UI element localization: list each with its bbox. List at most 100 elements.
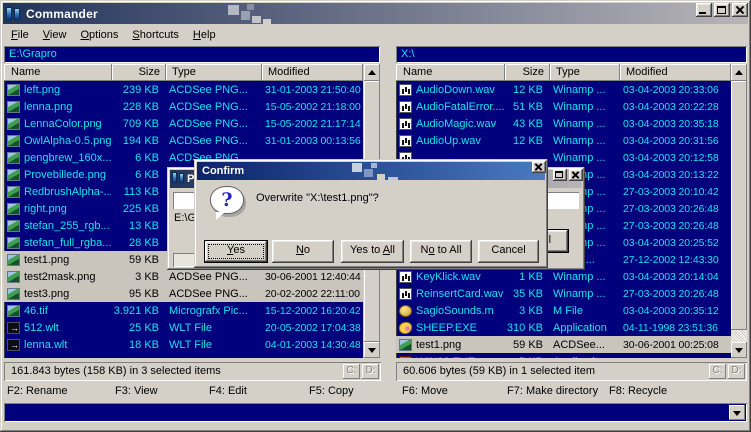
file-size: 6 KB — [135, 168, 159, 181]
file-size: 3.921 KB — [113, 304, 159, 317]
close-button[interactable] — [532, 161, 546, 173]
dialog-button[interactable]: Cancel — [478, 240, 539, 263]
dialog-button[interactable]: No — [272, 240, 334, 263]
file-type: ACDSee PNG... — [169, 134, 248, 147]
right-column-headers: Name Size Type Modified — [396, 64, 731, 81]
column-header[interactable]: Modified — [620, 64, 731, 81]
column-header[interactable]: Type — [550, 64, 620, 81]
column-header[interactable]: Size — [505, 64, 550, 81]
file-row[interactable]: test2mask.png 3 KB ACDSee PNG... 30-06-2… — [4, 268, 363, 285]
file-row[interactable]: LennaColor.png 709 KB ACDSee PNG... 15-0… — [4, 115, 363, 132]
close-button[interactable] — [569, 169, 583, 181]
file-type-icon — [7, 270, 20, 283]
file-name: OwlAlpha-0.5.png — [24, 134, 111, 147]
file-size: 5 KB — [504, 356, 548, 359]
drag-artifact — [241, 11, 250, 20]
drag-artifact — [247, 4, 254, 10]
column-header[interactable]: Name — [396, 64, 505, 81]
drag-artifact — [228, 5, 239, 15]
column-header[interactable]: Name — [4, 64, 112, 81]
file-size: 3 KB — [135, 270, 159, 283]
menu-item[interactable]: File — [4, 27, 36, 43]
file-row[interactable]: AudioFatalError.... 51 KB Winamp ... 03-… — [396, 98, 731, 115]
drive-button[interactable]: C: — [343, 364, 360, 379]
file-row[interactable]: AudioDown.wav 12 KB Winamp ... 03-04-200… — [396, 81, 731, 98]
file-name: lenna.png — [24, 100, 73, 113]
file-type: ACDSee PNG... — [169, 270, 248, 283]
file-row[interactable]: SagioSounds.m 3 KB M File 03-04-2003 20:… — [396, 302, 731, 319]
drive-button[interactable]: D: — [362, 364, 379, 379]
file-name: 46.tif — [24, 304, 48, 317]
dialog-button[interactable]: Yes to All — [341, 240, 404, 263]
drive-button[interactable]: C: — [709, 364, 726, 379]
maximize-button[interactable] — [714, 3, 730, 17]
file-row[interactable]: left.png 239 KB ACDSee PNG... 31-01-2003… — [4, 81, 363, 98]
column-header[interactable]: Modified — [262, 64, 363, 81]
file-row[interactable]: KeyKlick.wav 1 KB Winamp ... 03-04-2003 … — [396, 268, 731, 285]
file-row[interactable]: SHEEP.EXE 310 KB Application 04-11-1998 … — [396, 319, 731, 336]
file-name: SagioSounds.m — [416, 304, 494, 317]
right-path-bar[interactable]: X:\ — [396, 46, 747, 63]
file-row[interactable]: test1.png 59 KB ACDSee... 30-06-2001 00:… — [396, 336, 731, 353]
file-size: 3 KB — [519, 304, 543, 317]
column-header[interactable]: Size — [112, 64, 166, 81]
file-row[interactable]: lenna.wlt 18 KB WLT File 04-01-2003 14:3… — [4, 336, 363, 353]
file-size: 709 KB — [122, 117, 159, 130]
menu-item[interactable]: Options — [73, 27, 125, 43]
file-type: Winamp ... — [553, 117, 606, 130]
menu-item[interactable]: View — [36, 27, 74, 43]
left-path-bar[interactable]: E:\Grapro — [4, 46, 380, 63]
file-row[interactable]: 512.wlt 25 KB WLT File 20-05-2002 17:04:… — [4, 319, 363, 336]
close-button[interactable] — [732, 3, 748, 17]
scroll-up-icon[interactable] — [731, 64, 747, 81]
file-size: 51 KB — [513, 100, 543, 113]
file-size: 18 KB — [129, 338, 159, 351]
menu-item[interactable]: Help — [186, 27, 223, 43]
scroll-down-icon[interactable] — [364, 342, 380, 358]
drag-artifact — [263, 19, 271, 24]
file-modified: 20-02-2002 22:11:00 — [265, 287, 360, 300]
command-input[interactable] — [7, 406, 725, 419]
column-header[interactable]: Type — [166, 64, 262, 81]
chevron-down-icon[interactable] — [729, 405, 745, 420]
file-row[interactable]: AudioUp.wav 12 KB Winamp ... 03-04-2003 … — [396, 132, 731, 149]
selection-summary: 60.606 bytes (59 KB) in 1 selected item — [403, 365, 595, 377]
file-size: 225 KB — [122, 202, 159, 215]
file-row[interactable]: lenna.png 228 KB ACDSee PNG... 15-05-200… — [4, 98, 363, 115]
minimize-button[interactable] — [696, 3, 712, 17]
file-type-icon — [399, 355, 412, 358]
file-modified: 27-12-2002 12:43:30 — [623, 253, 719, 266]
file-name: pengbrew_160x... — [24, 151, 111, 164]
drag-artifact — [352, 163, 362, 172]
file-row[interactable]: OwlAlpha-0.5.png 194 KB ACDSee PNG... 31… — [4, 132, 363, 149]
file-size: 239 KB — [122, 83, 159, 96]
confirm-dialog: Confirm ? Overwrite "X:\test1.png"? Yes N… — [194, 159, 548, 268]
file-name: lenna.wlt — [24, 338, 68, 351]
scroll-up-icon[interactable] — [364, 64, 380, 81]
file-size: 59 KB — [513, 338, 543, 351]
file-size: 12 KB — [513, 134, 543, 147]
drag-artifact — [364, 169, 373, 177]
file-row[interactable]: test3.png 95 KB ACDSee PNG... 20-02-2002… — [4, 285, 363, 302]
dialog-button[interactable]: Yes — [204, 240, 268, 263]
file-type-icon — [7, 236, 20, 249]
scroll-down-icon[interactable] — [731, 342, 747, 358]
file-name: left.png — [24, 83, 61, 96]
file-type: Application — [548, 356, 618, 359]
scrollbar-thumb[interactable] — [731, 81, 747, 330]
dialog-button[interactable]: No to All — [410, 240, 472, 263]
file-row[interactable]: AudioMagic.wav 43 KB Winamp ... 03-04-20… — [396, 115, 731, 132]
drag-artifact — [388, 177, 398, 180]
file-type: WLT File — [169, 338, 212, 351]
file-modified: 27-03-2003 20:26:48 — [623, 287, 719, 300]
file-row[interactable]: 46.tif 3.921 KB Micrografx Pic... 15-12-… — [4, 302, 363, 319]
right-scrollbar[interactable] — [731, 64, 747, 358]
file-type-icon — [399, 117, 412, 130]
file-row[interactable]: ReinsertCard.wav 35 KB Winamp ... 27-03-… — [396, 285, 731, 302]
command-line — [4, 403, 747, 422]
menu-item[interactable]: Shortcuts — [125, 27, 186, 43]
file-type: Application — [553, 321, 607, 334]
maximize-button[interactable] — [553, 169, 567, 181]
drive-button[interactable]: D: — [728, 364, 745, 379]
file-row[interactable]: WIN98.EXE 5 KB Application 09-07-1999 16… — [396, 353, 731, 358]
